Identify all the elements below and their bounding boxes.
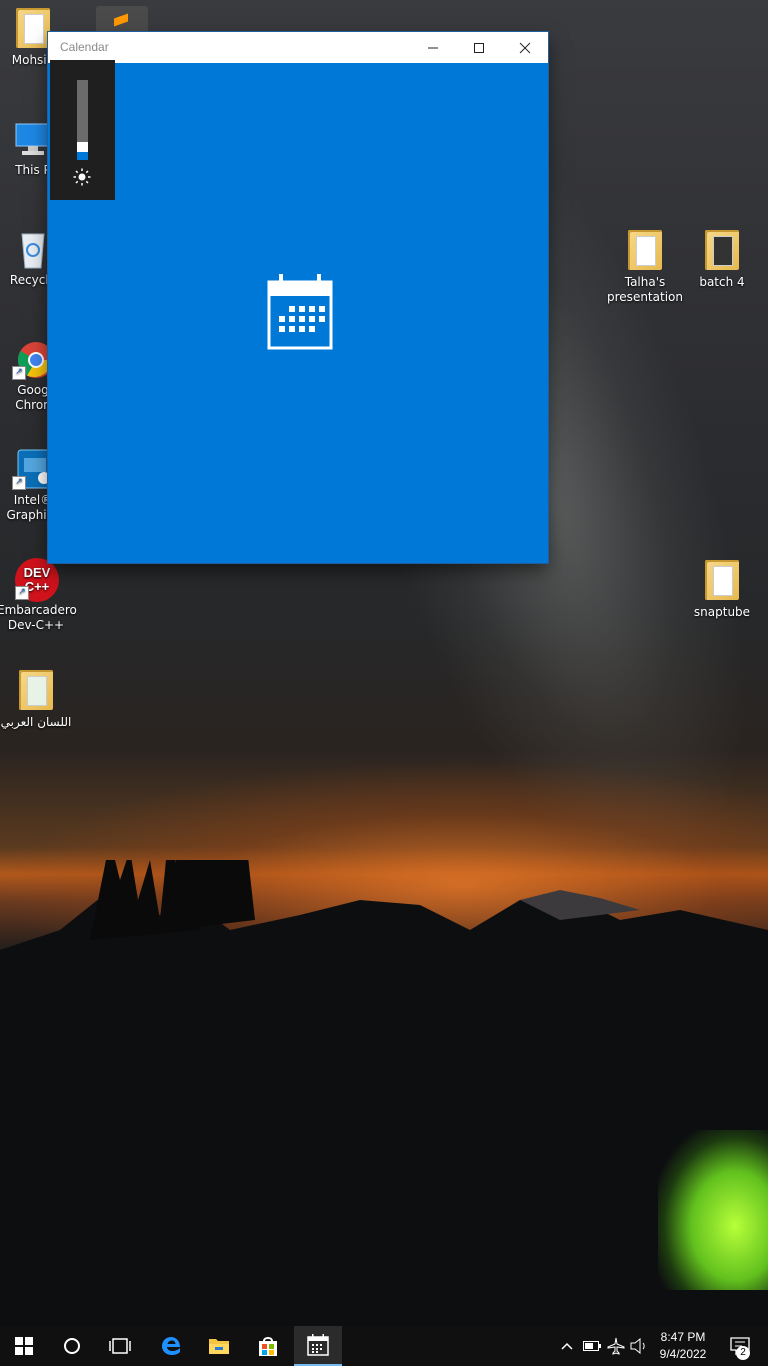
airplane-mode-button[interactable] bbox=[604, 1326, 628, 1366]
store-bag-icon bbox=[259, 1337, 277, 1356]
wallpaper-mountain-silhouette bbox=[0, 860, 768, 1366]
clock-time: 8:47 PM bbox=[660, 1330, 706, 1344]
folder-icon bbox=[701, 560, 743, 602]
task-view-icon bbox=[109, 1338, 131, 1354]
desktop-icon-label: presentation bbox=[607, 290, 683, 304]
show-hidden-icons-button[interactable] bbox=[557, 1326, 577, 1366]
action-center-button[interactable]: 2 bbox=[720, 1326, 760, 1366]
clock-date: 9/4/2022 bbox=[659, 1347, 707, 1361]
desktop-icon-label: Talha's bbox=[624, 275, 666, 289]
window-title: Calendar bbox=[60, 40, 109, 54]
taskbar-store-button[interactable] bbox=[244, 1326, 292, 1366]
desktop-icon-label: اللسان العربي bbox=[0, 715, 72, 729]
cortana-circle-icon bbox=[64, 1338, 80, 1354]
window-titlebar[interactable]: Calendar bbox=[48, 32, 548, 63]
task-view-button[interactable] bbox=[96, 1326, 144, 1366]
battery-button[interactable] bbox=[580, 1326, 604, 1366]
maximize-icon bbox=[474, 42, 484, 53]
brightness-slider-fill bbox=[77, 152, 88, 160]
battery-icon bbox=[583, 1341, 601, 1351]
chevron-up-icon bbox=[561, 1342, 573, 1350]
close-button[interactable] bbox=[502, 32, 548, 63]
taskbar: 8:47 PM 9/4/2022 2 bbox=[0, 1326, 768, 1366]
desktop-icon-talhas-presentation[interactable]: Talha's presentation bbox=[606, 230, 684, 305]
start-button[interactable] bbox=[0, 1326, 48, 1366]
folder-icon bbox=[624, 230, 666, 272]
system-clock[interactable]: 8:47 PM 9/4/2022 bbox=[650, 1329, 716, 1363]
desktop-icon-devcpp[interactable]: DEV C++ ↗ Embarcadero Dev-C++ bbox=[0, 558, 77, 633]
taskbar-edge-button[interactable] bbox=[147, 1326, 195, 1366]
cortana-search-button[interactable] bbox=[48, 1326, 96, 1366]
desktop-icon-label: Embarcadero bbox=[0, 603, 77, 617]
folder-icon bbox=[15, 670, 57, 712]
calendar-splash-icon bbox=[267, 274, 333, 350]
minimize-icon bbox=[428, 47, 438, 48]
shortcut-arrow-icon: ↗ bbox=[12, 476, 26, 490]
shortcut-arrow-icon: ↗ bbox=[12, 366, 26, 380]
desktop-icon-arabic-folder[interactable]: اللسان العربي bbox=[0, 670, 75, 730]
edge-icon bbox=[162, 1337, 180, 1355]
brightness-icon bbox=[73, 168, 91, 186]
calendar-window[interactable]: Calendar bbox=[48, 32, 548, 563]
desktop-icon-label: Dev-C++ bbox=[7, 618, 65, 632]
maximize-button[interactable] bbox=[456, 32, 502, 63]
minimize-button[interactable] bbox=[410, 32, 456, 63]
shortcut-arrow-icon: ↗ bbox=[15, 586, 29, 600]
taskbar-file-explorer-button[interactable] bbox=[195, 1326, 243, 1366]
desktop-icon-label: snaptube bbox=[693, 605, 751, 619]
desktop-icon-batch-4[interactable]: batch 4 bbox=[683, 230, 761, 290]
close-icon bbox=[519, 42, 531, 53]
volume-button[interactable] bbox=[628, 1326, 650, 1366]
desktop-icon-label: batch 4 bbox=[699, 275, 745, 289]
wallpaper-glowing-tent bbox=[658, 1130, 768, 1290]
taskbar-calendar-button[interactable] bbox=[294, 1326, 342, 1366]
folder-icon bbox=[701, 230, 743, 272]
brightness-slider[interactable] bbox=[77, 80, 88, 160]
brightness-slider-thumb[interactable] bbox=[77, 142, 88, 152]
file-explorer-icon bbox=[209, 1339, 229, 1354]
devcpp-icon: DEV C++ ↗ bbox=[15, 558, 59, 602]
notification-count-badge: 2 bbox=[736, 1346, 750, 1360]
speaker-icon bbox=[630, 1338, 645, 1354]
desktop-icon-snaptube[interactable]: snaptube bbox=[683, 560, 761, 620]
brightness-flyout bbox=[50, 60, 115, 200]
calendar-icon bbox=[307, 1334, 329, 1356]
windows-logo-icon bbox=[15, 1337, 33, 1355]
airplane-icon bbox=[607, 1337, 625, 1355]
